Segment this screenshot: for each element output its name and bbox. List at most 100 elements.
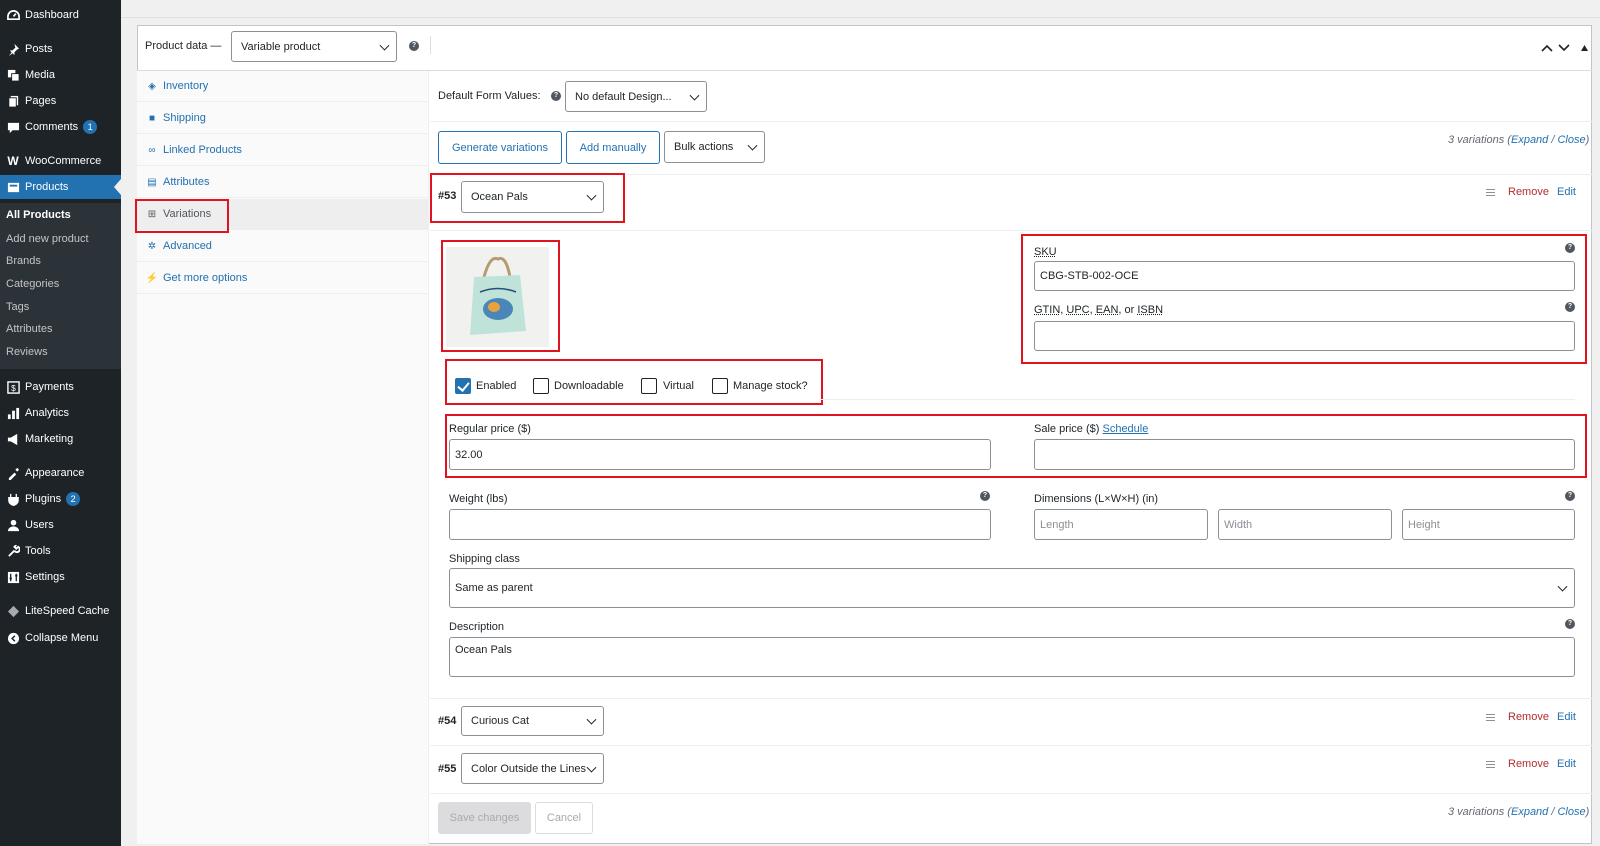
remove-variation-link[interactable]: Remove xyxy=(1508,711,1549,723)
appearance-icon xyxy=(6,466,20,480)
edit-variation-link[interactable]: Edit xyxy=(1557,711,1576,723)
tab-advanced[interactable]: ✲ Advanced xyxy=(137,231,429,262)
edit-variation-link[interactable]: Edit xyxy=(1557,186,1576,198)
divider xyxy=(430,230,1592,231)
sidebar-item-media[interactable]: Media xyxy=(0,63,121,87)
close-all-link[interactable]: Close xyxy=(1557,806,1585,818)
collapse-menu-button[interactable]: Collapse Menu xyxy=(0,626,121,650)
variation-54-design-select[interactable]: Curious Cat xyxy=(461,706,604,736)
default-form-values-label: Default Form Values: xyxy=(438,90,541,102)
marketing-icon xyxy=(6,432,20,446)
sidebar-item-dashboard[interactable]: Dashboard xyxy=(0,3,121,27)
move-up-icon[interactable] xyxy=(1541,43,1553,55)
bulk-actions-value: Bulk actions xyxy=(674,141,734,153)
tab-inventory[interactable]: ◈ Inventory xyxy=(137,71,429,102)
sidebar-item-products[interactable]: Products xyxy=(0,175,121,199)
tab-shipping[interactable]: ■ Shipping xyxy=(137,103,429,134)
sidebar-item-payments[interactable]: $ Payments xyxy=(0,375,121,399)
sidebar-item-plugins[interactable]: Plugins 2 xyxy=(0,487,121,511)
submenu-add-new-product[interactable]: Add new product xyxy=(6,233,89,245)
sidebar-item-label: WooCommerce xyxy=(25,155,102,167)
tab-label: Get more options xyxy=(163,272,248,284)
help-icon: ? xyxy=(1565,619,1575,629)
highlight-variation-image xyxy=(441,240,560,352)
sidebar-item-marketing[interactable]: Marketing xyxy=(0,427,121,451)
shipping-class-select[interactable]: Same as parent xyxy=(449,568,1575,608)
collapse-icon xyxy=(6,631,20,645)
variations-count-top: 3 variations (Expand / Close) xyxy=(1448,134,1589,146)
variations-count-text: 3 variations ( xyxy=(1448,134,1511,146)
highlight-checkboxes xyxy=(445,359,823,405)
list-icon: ▤ xyxy=(147,176,157,188)
header-separator xyxy=(430,36,431,54)
expand-all-link[interactable]: Expand xyxy=(1511,806,1548,818)
sidebar-item-settings[interactable]: Settings xyxy=(0,565,121,589)
sidebar-item-appearance[interactable]: Appearance xyxy=(0,461,121,485)
weight-label: Weight (lbs) xyxy=(449,493,508,505)
submenu-attributes[interactable]: Attributes xyxy=(6,323,52,335)
sidebar-item-label: Appearance xyxy=(25,467,85,479)
highlight-sku-gtin xyxy=(1021,234,1587,364)
sidebar-item-label: Users xyxy=(25,519,54,531)
top-strip xyxy=(121,0,1600,18)
comment-icon xyxy=(6,120,20,134)
expand-all-link[interactable]: Expand xyxy=(1511,134,1548,146)
sidebar-item-label: Pages xyxy=(25,95,57,107)
submenu-all-products[interactable]: All Products xyxy=(6,209,71,221)
move-down-icon[interactable] xyxy=(1558,43,1570,55)
toggle-panel-icon[interactable] xyxy=(1580,43,1589,55)
close-all-link[interactable]: Close xyxy=(1557,134,1585,146)
sidebar-item-label: Collapse Menu xyxy=(25,632,99,644)
sidebar-item-comments[interactable]: Comments 1 xyxy=(0,115,121,139)
add-manually-button[interactable]: Add manually xyxy=(566,131,660,164)
divider xyxy=(430,793,1592,794)
generate-variations-button[interactable]: Generate variations xyxy=(438,131,562,164)
submenu-brands[interactable]: Brands xyxy=(6,255,41,267)
edit-variation-link[interactable]: Edit xyxy=(1557,758,1576,770)
length-input[interactable]: Length xyxy=(1034,509,1208,540)
bulk-actions-select[interactable]: Bulk actions xyxy=(664,131,765,163)
woocommerce-icon: W xyxy=(7,154,19,168)
product-type-select[interactable]: Variable product xyxy=(231,31,397,62)
payments-icon: $ xyxy=(6,380,20,394)
drag-handle-icon[interactable] xyxy=(1486,714,1495,721)
tab-label: Inventory xyxy=(163,80,209,92)
width-input[interactable]: Width xyxy=(1218,509,1392,540)
default-design-select[interactable]: No default Design... xyxy=(565,81,707,112)
description-textarea[interactable]: Ocean Pals xyxy=(449,637,1575,677)
sidebar-item-pages[interactable]: Pages xyxy=(0,89,121,113)
cancel-button[interactable]: Cancel xyxy=(535,802,593,834)
tab-label: Attributes xyxy=(163,176,210,188)
remove-variation-link[interactable]: Remove xyxy=(1508,758,1549,770)
sidebar-item-analytics[interactable]: Analytics xyxy=(0,401,121,425)
tab-get-more-options[interactable]: ⚡ Get more options xyxy=(137,263,429,294)
weight-input[interactable] xyxy=(449,509,991,540)
truck-icon: ■ xyxy=(148,112,156,124)
sidebar-item-posts[interactable]: Posts xyxy=(0,37,121,61)
height-input[interactable]: Height xyxy=(1402,509,1575,540)
tab-linked-products[interactable]: ∞ Linked Products xyxy=(137,135,429,166)
sidebar-item-label: Posts xyxy=(25,43,53,55)
divider xyxy=(430,698,1592,699)
save-changes-button[interactable]: Save changes xyxy=(438,802,531,834)
sidebar-item-tools[interactable]: Tools xyxy=(0,539,121,563)
submenu-tags[interactable]: Tags xyxy=(6,301,29,313)
sidebar-item-woocommerce[interactable]: W WooCommerce xyxy=(0,149,121,173)
submenu-categories[interactable]: Categories xyxy=(6,278,59,290)
sidebar-item-users[interactable]: Users xyxy=(0,513,121,537)
sidebar-item-label: Products xyxy=(25,181,69,193)
plugins-icon xyxy=(6,492,20,506)
variation-55-design-select[interactable]: Color Outside the Lines xyxy=(461,753,604,784)
submenu-reviews[interactable]: Reviews xyxy=(6,346,48,358)
users-icon xyxy=(6,518,20,532)
sidebar-item-litespeed-cache[interactable]: LiteSpeed Cache xyxy=(0,599,121,623)
sidebar-item-label: Plugins xyxy=(25,493,62,505)
remove-variation-link[interactable]: Remove xyxy=(1508,186,1549,198)
sidebar-item-label: LiteSpeed Cache xyxy=(25,605,110,617)
tab-attributes[interactable]: ▤ Attributes xyxy=(137,167,429,198)
dimensions-label: Dimensions (L×W×H) (in) xyxy=(1034,493,1159,505)
drag-handle-icon[interactable] xyxy=(1486,189,1495,196)
drag-handle-icon[interactable] xyxy=(1486,761,1495,768)
divider xyxy=(821,399,1575,400)
highlight-variation-select xyxy=(430,173,625,223)
